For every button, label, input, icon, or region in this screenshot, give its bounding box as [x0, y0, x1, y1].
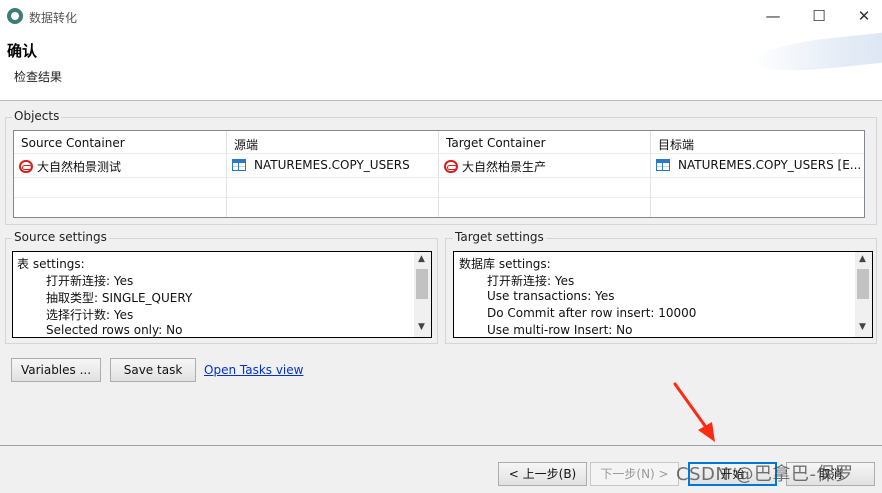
target-settings-label: Target settings [453, 230, 546, 244]
settings-line: Selected rows only: No [46, 323, 183, 337]
scroll-up-icon[interactable]: ▲ [859, 254, 866, 264]
cell-text: NATUREMES.COPY_USERS [254, 158, 410, 172]
title-bar: 数据转化 — ☐ ✕ [0, 0, 882, 32]
column-target: 目标端 NATUREMES.COPY_USERS [E... [651, 131, 864, 217]
next-button[interactable]: 下一步(N) > [590, 462, 679, 486]
watermark-text: CSDN @巴拿巴-保罗 [676, 464, 854, 485]
objects-group-label: Objects [12, 109, 62, 123]
column-source-container: Source Container 大自然柏景测试 [14, 131, 227, 217]
vertical-scrollbar[interactable]: ▲ ▼ [414, 252, 431, 337]
settings-line: Do Commit after row insert: 10000 [487, 306, 697, 320]
column-header[interactable]: 源端 [234, 136, 258, 153]
scroll-thumb[interactable] [857, 269, 869, 299]
table-cell[interactable]: NATUREMES.COPY_USERS [E... [656, 158, 861, 172]
scroll-thumb[interactable] [416, 269, 428, 299]
minimize-icon[interactable]: — [755, 4, 791, 28]
vertical-scrollbar[interactable]: ▲ ▼ [855, 252, 872, 337]
scroll-down-icon[interactable]: ▼ [859, 322, 866, 332]
column-header[interactable]: 目标端 [658, 136, 694, 153]
header-decoration [752, 32, 882, 77]
variables-button[interactable]: Variables ... [11, 358, 101, 382]
database-icon [19, 160, 33, 173]
column-header[interactable]: Target Container [446, 136, 546, 150]
source-settings-textbox[interactable]: 表 settings: 打开新连接: Yes 抽取类型: SINGLE_QUER… [12, 251, 432, 338]
column-header[interactable]: Source Container [21, 136, 125, 150]
close-icon[interactable]: ✕ [846, 4, 882, 28]
window-title: 数据转化 [29, 11, 78, 25]
target-settings-textbox[interactable]: 数据库 settings: 打开新连接: Yes Use transaction… [453, 251, 873, 338]
source-settings-label: Source settings [12, 230, 109, 244]
page-subtitle: 检查结果 [14, 70, 63, 84]
wizard-header: 确认 检查结果 [0, 32, 882, 101]
settings-line: 打开新连接: Yes [487, 274, 575, 288]
table-icon [656, 159, 670, 171]
scroll-down-icon[interactable]: ▼ [418, 322, 425, 332]
settings-line: 表 settings: [17, 257, 85, 271]
open-tasks-view-link[interactable]: Open Tasks view [204, 363, 303, 377]
back-button[interactable]: < 上一步(B) [498, 462, 587, 486]
table-cell[interactable]: 大自然柏景生产 [444, 158, 546, 175]
settings-line: 选择行计数: Yes [46, 308, 134, 322]
scroll-up-icon[interactable]: ▲ [418, 254, 425, 264]
database-icon [444, 160, 458, 173]
maximize-icon[interactable]: ☐ [801, 4, 837, 28]
annotation-arrow-icon [673, 382, 715, 442]
settings-line: 抽取类型: SINGLE_QUERY [46, 291, 193, 305]
table-cell[interactable]: NATUREMES.COPY_USERS [232, 158, 410, 172]
settings-line: Use multi-row Insert: No [487, 323, 633, 337]
settings-line: Use transactions: Yes [487, 289, 615, 303]
cell-text: 大自然柏景生产 [462, 160, 547, 174]
settings-line: 打开新连接: Yes [46, 274, 134, 288]
table-icon [232, 159, 246, 171]
cell-text: 大自然柏景测试 [37, 160, 122, 174]
settings-line: 数据库 settings: [459, 257, 551, 271]
column-source: 源端 NATUREMES.COPY_USERS [227, 131, 439, 217]
app-logo-icon [7, 8, 23, 24]
page-title: 确认 [7, 42, 38, 60]
table-cell[interactable]: 大自然柏景测试 [19, 158, 121, 175]
save-task-button[interactable]: Save task [110, 358, 196, 382]
cell-text: NATUREMES.COPY_USERS [E... [678, 158, 862, 172]
column-target-container: Target Container 大自然柏景生产 [439, 131, 651, 217]
objects-table[interactable]: Source Container 大自然柏景测试 源端 NATUREMES.CO… [13, 130, 865, 218]
